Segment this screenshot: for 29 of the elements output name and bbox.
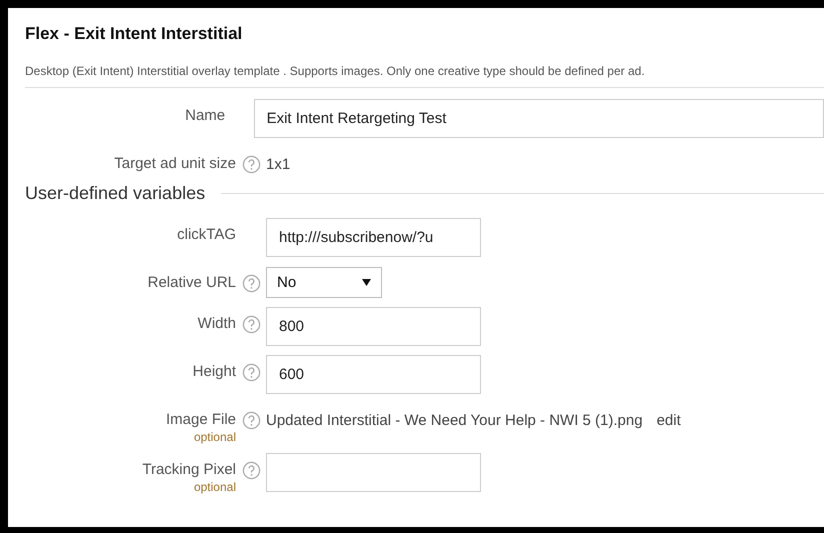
help-icon[interactable] [242, 315, 260, 334]
help-icon[interactable] [242, 411, 260, 430]
section-title: User-defined variables [25, 183, 206, 204]
field-label: Height [192, 363, 236, 380]
edit-link[interactable]: edit [656, 403, 681, 429]
dropdown[interactable]: No [266, 267, 382, 298]
field-label: Width [198, 315, 236, 332]
file-name: Updated Interstitial - We Need Your Help - NWI 5 (1).png [266, 411, 643, 429]
field-label: Name [185, 107, 226, 124]
text-field[interactable]: http:///subscribenow/?u [266, 218, 481, 257]
field-label: Target ad unit size [114, 155, 236, 172]
field-label: Relative URL [148, 274, 236, 291]
help-icon[interactable] [242, 155, 260, 174]
field-value: 1x1 [266, 155, 290, 173]
text-field[interactable]: Exit Intent Retargeting Test [254, 99, 824, 138]
field-label: Tracking Pixel [142, 461, 236, 478]
text-field[interactable]: 800 [266, 307, 481, 346]
help-icon[interactable] [242, 274, 260, 293]
optional-note: optional [194, 430, 236, 444]
panel-description: Desktop (Exit Intent) Interstitial overlay template . Supports images. Only one creative type should be defined per ad. [25, 50, 824, 88]
help-icon[interactable] [242, 461, 260, 480]
field-label: clickTAG [177, 226, 236, 243]
help-icon[interactable] [242, 363, 260, 382]
text-field[interactable] [266, 453, 481, 492]
text-field[interactable]: 600 [266, 355, 481, 394]
field-label: Image File [166, 411, 236, 428]
panel-title: Flex - Exit Intent Interstitial [25, 23, 244, 45]
optional-note: optional [194, 480, 236, 494]
caret-icon [362, 279, 371, 286]
